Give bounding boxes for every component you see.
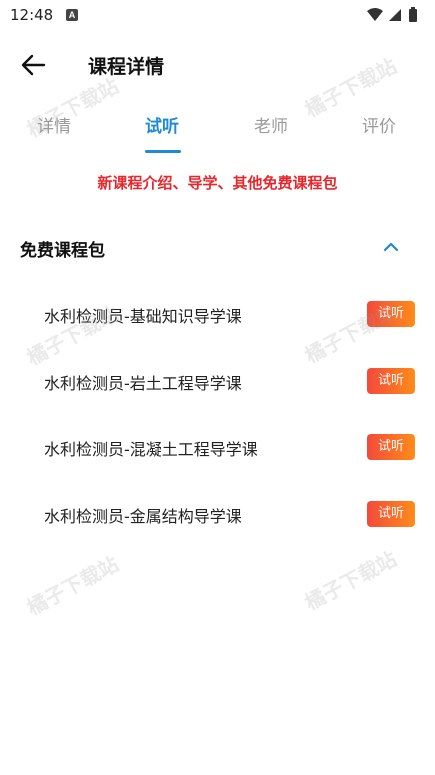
trial-button[interactable]: 试听 [367,434,415,460]
course-item[interactable]: 水利检测员-金属结构导学课 试听 [0,492,435,536]
free-course-pack-header[interactable]: 免费课程包 [0,228,435,268]
tab-details[interactable]: 详情 [37,112,71,137]
chevron-up-icon[interactable] [382,238,400,256]
tab-reviews[interactable]: 评价 [362,112,396,137]
arrow-left-icon[interactable] [18,50,48,80]
course-name: 水利检测员-金属结构导学课 [44,507,242,526]
notification-icon: A [66,9,78,21]
tab-teacher[interactable]: 老师 [254,112,288,137]
status-icons [367,7,417,22]
tab-bar: 详情 试听 老师 评价 [0,104,435,154]
course-name: 水利检测员-混凝土工程导学课 [44,440,258,459]
course-item[interactable]: 水利检测员-混凝土工程导学课 试听 [0,425,435,469]
status-bar: 12:48 A [0,0,435,30]
promo-text: 新课程介绍、导学、其他免费课程包 [97,174,338,192]
trial-button[interactable]: 试听 [367,301,415,327]
status-time: 12:48 [10,6,54,24]
course-name: 水利检测员-基础知识导学课 [44,307,242,326]
app-bar: 课程详情 [0,40,435,90]
watermark: 橘子下载站 [300,546,401,615]
trial-button[interactable]: 试听 [367,368,415,394]
course-item[interactable]: 水利检测员-基础知识导学课 试听 [0,292,435,336]
tab-trial[interactable]: 试听 [145,112,179,137]
course-item[interactable]: 水利检测员-岩土工程导学课 试听 [0,359,435,403]
battery-icon [409,9,417,22]
course-name: 水利检测员-岩土工程导学课 [44,374,242,393]
trial-button[interactable]: 试听 [367,501,415,527]
wifi-icon [367,8,383,21]
page-title: 课程详情 [88,56,165,78]
watermark: 橘子下载站 [22,551,123,620]
section-title: 免费课程包 [20,241,105,261]
tab-indicator [145,150,181,153]
signal-icon [389,9,401,21]
